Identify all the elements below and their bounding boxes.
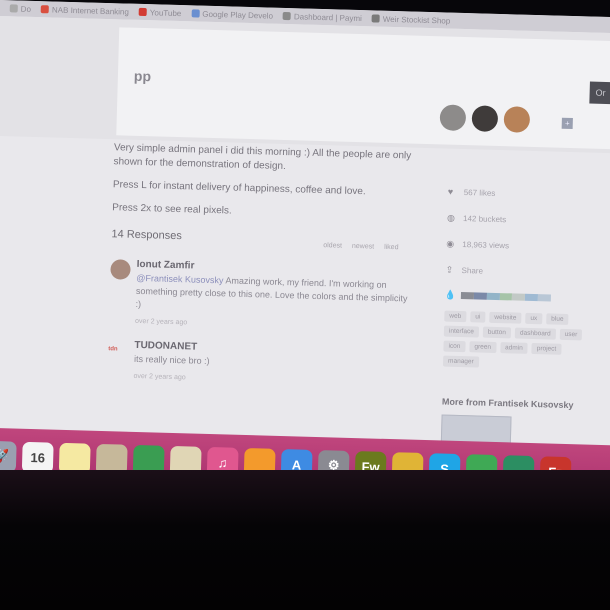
avatar[interactable] (439, 104, 467, 132)
page-title: pp (133, 67, 152, 85)
bookmark-item[interactable]: Dashboard | Paymi (282, 11, 362, 23)
tag[interactable]: project (531, 342, 562, 355)
responses-header: 14 Responses oldest newest liked (111, 227, 411, 255)
comment-time: over 2 years ago (133, 372, 186, 382)
follow-button[interactable]: Or (589, 81, 610, 105)
shot-header: pp + Or (0, 15, 610, 154)
stat-label: 18,963 views (462, 239, 510, 250)
color-swatch[interactable] (537, 293, 552, 301)
eye-icon: ◉ (446, 238, 455, 249)
sort-options: oldest newest liked (323, 239, 399, 255)
comment-time: over 2 years ago (134, 317, 188, 327)
description-line: Press 2x to see real pixels. (112, 202, 232, 217)
tag[interactable]: ui (470, 311, 486, 323)
tag[interactable]: admin (499, 342, 528, 354)
responses-count: 14 Responses (111, 228, 182, 243)
bookmark-label: Weir Stockist Shop (382, 14, 451, 26)
bookmark-icon (282, 11, 292, 21)
avatar[interactable] (471, 105, 499, 132)
tag[interactable]: dashboard (514, 327, 556, 340)
bookmark-icon (9, 4, 18, 13)
bookmark-label: YouTube (149, 7, 182, 18)
add-button[interactable]: + (561, 117, 573, 130)
bookmark-item[interactable]: YouTube (138, 7, 182, 18)
avatar[interactable] (503, 106, 531, 133)
bookmark-icon (191, 9, 200, 18)
drop-icon: 💧 (444, 289, 457, 300)
stat-label: Share (461, 265, 484, 276)
color-palette: 💧 (445, 283, 610, 312)
stat-label: 142 buckets (462, 213, 507, 224)
desk-shadow (0, 470, 610, 610)
color-swatch[interactable] (486, 292, 500, 300)
color-swatch[interactable] (460, 291, 474, 299)
tag[interactable]: icon (443, 340, 466, 353)
bookmark-icon (371, 14, 380, 23)
share-icon: ⇪ (445, 264, 454, 275)
calendar-icon[interactable]: 16 (21, 441, 54, 474)
sort-oldest[interactable]: oldest (323, 239, 342, 254)
color-swatch[interactable] (473, 291, 487, 300)
bookmark-icon (138, 7, 148, 17)
palette-bar (460, 291, 552, 301)
avatar[interactable]: tdn (108, 342, 131, 363)
tag[interactable]: interface (443, 325, 480, 338)
shot-description: Very simple admin panel i did this morni… (112, 141, 414, 223)
color-swatch[interactable] (499, 292, 513, 300)
tag[interactable]: web (444, 310, 467, 323)
bookmark-item[interactable]: Weir Stockist Shop (371, 14, 451, 26)
bookmark-item[interactable]: Google Play Develo (191, 9, 273, 20)
more-from-heading: More from Frantisek Kusovsky (441, 396, 574, 411)
shot-content: Very simple admin panel i did this morni… (107, 141, 414, 391)
stat-label: 567 likes (463, 187, 496, 198)
description-line: Press L for instant delivery of happines… (112, 179, 366, 198)
team-avatars (439, 104, 531, 133)
tag[interactable]: ux (525, 312, 543, 325)
avatar[interactable] (110, 259, 131, 280)
comment-text: @Frantisek Kusovsky Amazing work, my fri… (135, 272, 410, 319)
shot-sidebar: ♥ 567 likes ◍ 142 buckets ◉ 18,963 views ⇪ Shar… (440, 179, 610, 460)
color-swatch[interactable] (525, 293, 539, 301)
tag[interactable]: button (482, 326, 512, 339)
header-panel: pp + (116, 27, 610, 150)
photo-of-monitor: Do NAB Internet Banking YouTube Google Play… (0, 0, 610, 610)
tag[interactable]: website (489, 311, 522, 324)
bookmark-item[interactable]: Do (9, 4, 32, 14)
description-line: Very simple admin panel i did this morni… (113, 142, 412, 173)
comment: tdn TUDONANET its really nice bro :) ove… (107, 338, 408, 391)
launchpad-icon[interactable]: 🚀 (0, 440, 17, 473)
bookmark-label: NAB Internet Banking (51, 4, 130, 17)
color-swatch[interactable] (512, 292, 526, 301)
screen: Do NAB Internet Banking YouTube Google Play… (0, 0, 610, 538)
tag[interactable]: user (559, 328, 583, 341)
bookmark-icon (40, 5, 50, 14)
bookmark-label: Dashboard | Paymi (293, 11, 362, 23)
tag[interactable]: green (469, 341, 497, 353)
bucket-icon: ◍ (446, 212, 456, 223)
bookmark-label: Google Play Develo (202, 9, 274, 21)
bookmark-item[interactable]: NAB Internet Banking (40, 4, 130, 17)
sort-liked[interactable]: liked (384, 241, 399, 255)
heart-icon: ♥ (447, 186, 454, 197)
comment: Ionut Zamfir @Frantisek Kusovsky Amazing… (109, 257, 411, 336)
sort-newest[interactable]: newest (352, 240, 375, 255)
tag[interactable]: blue (546, 313, 569, 325)
tag[interactable]: manager (442, 355, 479, 368)
mention-link[interactable]: @Frantisek Kusovsky (136, 273, 223, 285)
bookmark-label: Do (20, 4, 32, 14)
tag-list: web ui website ux blue interface button dashboa… (442, 310, 595, 371)
